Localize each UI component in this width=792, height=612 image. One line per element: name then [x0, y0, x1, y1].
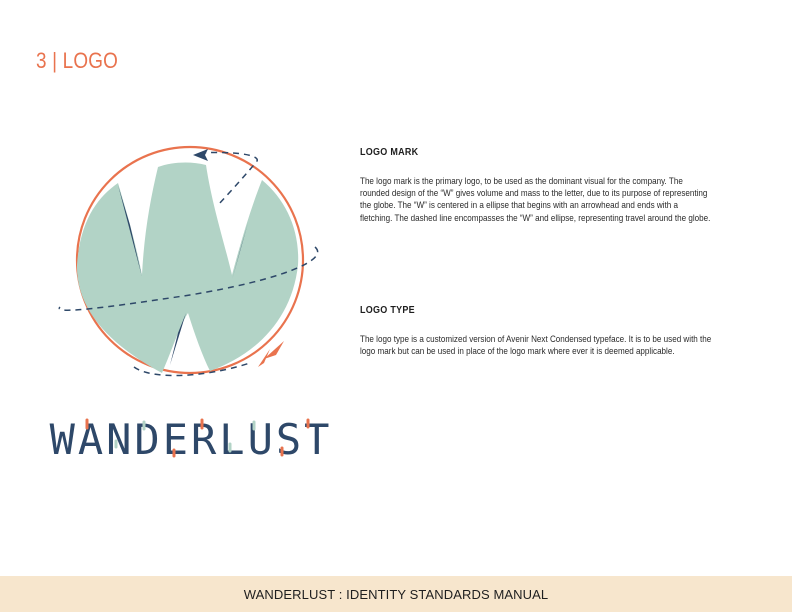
- logo-type-section: LOGO TYPE The logo type is a customized …: [360, 305, 720, 357]
- logo-type-title: LOGO TYPE: [360, 305, 415, 316]
- logo-mark-title: LOGO MARK: [360, 147, 419, 158]
- wanderlust-wordmark: WANDERLUST: [50, 415, 333, 464]
- fletching-icon: [258, 341, 284, 367]
- logo-mark: [58, 145, 319, 377]
- section-heading: 3 | LOGO: [36, 48, 119, 73]
- footer-title: WANDERLUST : IDENTITY STANDARDS MANUAL: [243, 587, 549, 602]
- footer-band: WANDERLUST : IDENTITY STANDARDS MANUAL: [0, 576, 792, 612]
- logo-mark-section: LOGO MARK The logo mark is the primary l…: [360, 147, 720, 224]
- logo-mark-description: The logo mark is the primary logo, to be…: [360, 176, 711, 223]
- logo-type-description: The logo type is a customized version of…: [360, 334, 712, 357]
- wordmark-text: WANDERLUST: [50, 415, 333, 464]
- arrowhead-icon: [193, 149, 208, 161]
